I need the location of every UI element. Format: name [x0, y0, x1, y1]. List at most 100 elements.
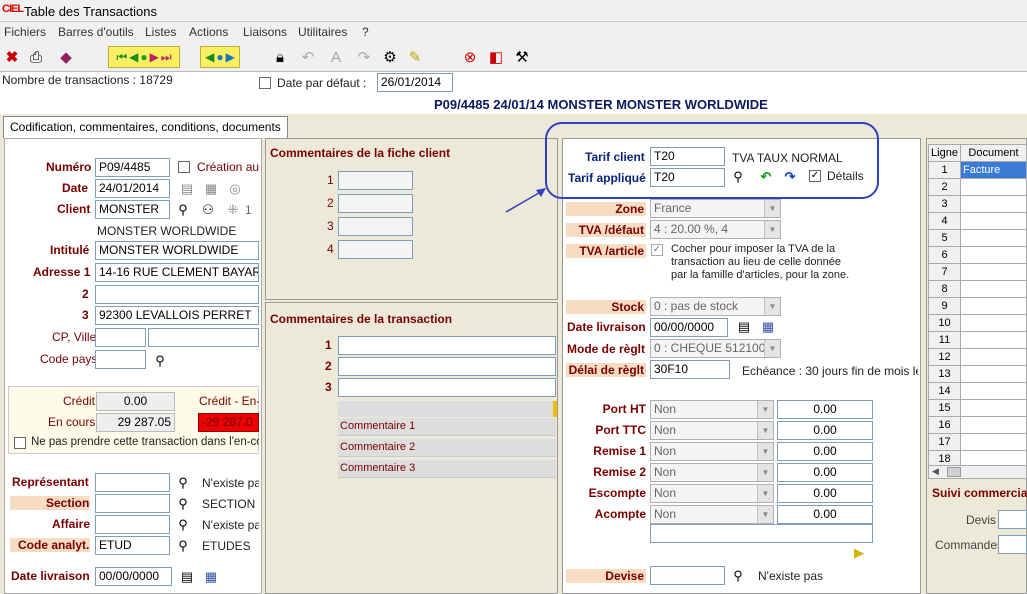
comment-item-3[interactable]: Commentaire 3	[338, 460, 556, 478]
grid-document-cell[interactable]	[960, 382, 1027, 400]
table-row[interactable]: 17	[928, 433, 1027, 451]
mode-reglt-chevron-down-icon[interactable]: ▼	[764, 340, 780, 357]
redo-icon[interactable]: ↷	[354, 47, 374, 67]
table-row[interactable]: 7	[928, 263, 1027, 281]
zone-select[interactable]: France ▼	[650, 199, 781, 218]
fee-mode-select[interactable]: Non ▼	[650, 400, 774, 419]
fee-value-field[interactable]: 0.00	[777, 484, 873, 503]
go-icon[interactable]: ●	[140, 50, 147, 64]
table-row[interactable]: 4	[928, 212, 1027, 230]
fee-value-field[interactable]: 0.00	[777, 421, 873, 440]
grid-document-cell[interactable]	[960, 314, 1027, 332]
fee-chevron-down-icon[interactable]: ▼	[757, 422, 773, 439]
table-row[interactable]: 14	[928, 382, 1027, 400]
fee-mode-select[interactable]: Non ▼	[650, 421, 774, 440]
representant-lookup-icon[interactable]: ⚲	[174, 474, 192, 492]
tarif-applique-field[interactable]: T20	[650, 168, 725, 187]
last-icon[interactable]: ⏭	[161, 50, 172, 65]
calendar-day-icon[interactable]: ▤	[178, 180, 196, 198]
menu-utilitaires[interactable]: Utilitaires	[298, 25, 347, 39]
lock-icon[interactable]: 🔒︎	[270, 47, 290, 67]
creation-auto-checkbox[interactable]	[178, 161, 190, 173]
numero-field[interactable]: P09/4485	[95, 158, 170, 177]
close-icon[interactable]: ✖	[2, 47, 22, 67]
calculator-icon[interactable]: ⚒	[512, 47, 532, 67]
text-icon[interactable]: A	[326, 47, 346, 67]
tab-codification[interactable]: Codification, commentaires, conditions, …	[3, 116, 288, 138]
fees-note-field[interactable]	[650, 524, 873, 543]
ville-field[interactable]	[148, 328, 259, 347]
grid-document-cell[interactable]	[960, 433, 1027, 451]
target-icon[interactable]: ◎	[226, 180, 244, 198]
fee-mode-select[interactable]: Non ▼	[650, 463, 774, 482]
comment-item-2[interactable]: Commentaire 2	[338, 439, 556, 457]
fee-value-field[interactable]: 0.00	[777, 400, 873, 419]
grid-document-cell[interactable]	[960, 365, 1027, 383]
table-row[interactable]: 12	[928, 348, 1027, 366]
codeanalyt-field[interactable]: ETUD	[95, 536, 170, 555]
client-field[interactable]: MONSTER	[95, 200, 170, 219]
prev-small-icon[interactable]: ◀	[205, 50, 214, 64]
menu-barres-outils[interactable]: Barres d'outils	[58, 25, 134, 39]
intitule-field[interactable]: MONSTER WORLDWIDE	[95, 241, 259, 260]
fee-value-field[interactable]: 0.00	[777, 463, 873, 482]
table-row[interactable]: 2	[928, 178, 1027, 196]
grid-document-cell[interactable]	[960, 212, 1027, 230]
grid-document-cell[interactable]	[960, 399, 1027, 417]
codeanalyt-lookup-icon[interactable]: ⚲	[174, 537, 192, 555]
client-lookup-icon[interactable]: ⚲	[174, 201, 192, 219]
next-small-icon[interactable]: ▶	[226, 50, 235, 64]
go-small-icon[interactable]: ●	[216, 50, 223, 64]
grid-document-cell[interactable]	[960, 331, 1027, 349]
details-checkbox[interactable]: ✓	[809, 170, 821, 182]
eraser-icon[interactable]: ◧	[486, 47, 506, 67]
prev-icon[interactable]: ◀	[129, 50, 138, 64]
fee-chevron-down-icon[interactable]: ▼	[757, 485, 773, 502]
menu-fichiers[interactable]: Fichiers	[4, 25, 46, 39]
green-arrow-icon[interactable]: ↶	[757, 168, 775, 186]
table-row[interactable]: 5	[928, 229, 1027, 247]
tva-article-checkbox[interactable]: ✓	[651, 244, 663, 256]
menu-liaisons[interactable]: Liaisons	[243, 25, 287, 39]
delai-reglt-field[interactable]: 30F10	[650, 360, 730, 379]
menu-listes[interactable]: Listes	[145, 25, 176, 39]
table-row[interactable]: 16	[928, 416, 1027, 434]
stock-select[interactable]: 0 : pas de stock ▼	[650, 297, 781, 316]
zone-chevron-down-icon[interactable]: ▼	[764, 200, 780, 217]
undo-icon[interactable]: ↶	[298, 47, 318, 67]
table-row[interactable]: 6	[928, 246, 1027, 264]
date-livraison-month-icon[interactable]: ▦	[759, 318, 777, 336]
print-icon[interactable]: ⎙	[26, 47, 46, 67]
representant-field[interactable]	[95, 473, 170, 492]
stock-chevron-down-icon[interactable]: ▼	[764, 298, 780, 315]
grid-header-ligne[interactable]: Ligne	[928, 144, 961, 162]
comment-item-1[interactable]: Commentaire 1	[338, 418, 556, 436]
grid-document-cell[interactable]	[960, 297, 1027, 315]
date-livraison-calendar-icon[interactable]: ▤	[735, 318, 753, 336]
datelivraison-month-icon[interactable]: ▦	[202, 568, 220, 586]
cancel-icon[interactable]: ⊗	[460, 47, 480, 67]
tarif-lookup-icon[interactable]: ⚲	[729, 168, 747, 186]
chart-icon[interactable]: ✎	[405, 47, 425, 67]
calendar-month-icon[interactable]: ▦	[202, 180, 220, 198]
first-icon[interactable]: ⏮	[116, 50, 127, 65]
glasses-icon[interactable]: ⚇	[199, 201, 217, 219]
datelivraison-field[interactable]: 00/00/0000	[95, 567, 172, 586]
table-row[interactable]: 9	[928, 297, 1027, 315]
section-lookup-icon[interactable]: ⚲	[174, 495, 192, 513]
date-field[interactable]: 24/01/2014	[95, 179, 170, 198]
fee-chevron-down-icon[interactable]: ▼	[757, 401, 773, 418]
adresse1-field[interactable]: 14-16 RUE CLEMENT BAYAR	[95, 263, 259, 282]
scroll-left-icon[interactable]: ◀	[932, 466, 939, 477]
affaire-field[interactable]	[95, 515, 170, 534]
grid-document-cell[interactable]	[960, 195, 1027, 213]
grid-document-cell[interactable]	[960, 263, 1027, 281]
grid-document-cell[interactable]	[960, 280, 1027, 298]
grid-document-cell[interactable]: Facture	[960, 161, 1027, 179]
fee-chevron-down-icon[interactable]: ▼	[757, 443, 773, 460]
fee-mode-select[interactable]: Non ▼	[650, 484, 774, 503]
yellow-arrow-icon[interactable]: ▶	[850, 544, 868, 562]
scroll-thumb[interactable]	[947, 467, 961, 477]
adresse2-field[interactable]	[95, 285, 259, 304]
tree-icon[interactable]: ⁜	[224, 201, 242, 219]
